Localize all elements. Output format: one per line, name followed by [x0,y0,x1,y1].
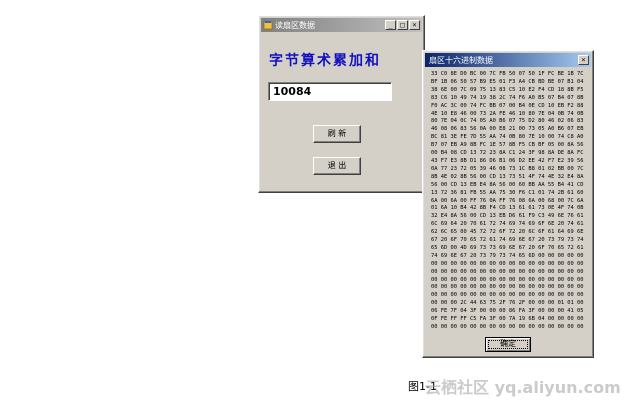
ok-button[interactable]: 确定 [485,337,531,352]
sum-window-titlebar[interactable]: 读扇区数据 _ □ × [261,18,422,32]
app-icon [263,20,273,30]
maximize-icon[interactable]: □ [397,20,408,30]
hex-dialog-titlebar[interactable]: 扇区十六进制数据 × [425,53,591,67]
sum-window-title: 读扇区数据 [275,20,315,30]
exit-button[interactable]: 退 出 [313,157,361,175]
refresh-button[interactable]: 刷 新 [313,125,361,143]
sum-heading: 字节算术累加和 [269,53,381,69]
hex-dialog-title: 扇区十六进制数据 [429,55,493,65]
close-icon[interactable]: × [409,20,420,30]
close-icon[interactable]: × [578,55,589,65]
minimize-icon[interactable]: _ [385,20,396,30]
hex-data-text: 33 C0 8E D0 BC 00 7C FB 50 07 50 1F FC B… [431,71,584,329]
sum-result-field[interactable]: 10084 [268,82,392,101]
hex-dialog: 扇区十六进制数据 × 33 C0 8E D0 BC 00 7C FB 50 07… [422,50,594,358]
watermark: 云栖社区 yq.aliyun.com [425,378,621,397]
sum-window: 读扇区数据 _ □ × 字节算术累加和 10084 刷 新 退 出 [258,15,425,193]
